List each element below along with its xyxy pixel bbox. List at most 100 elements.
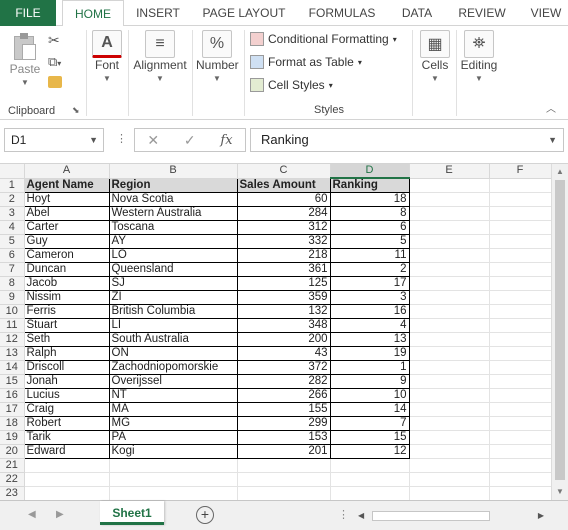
cell[interactable] bbox=[237, 486, 331, 500]
row-header[interactable]: 10 bbox=[0, 304, 25, 319]
cell[interactable]: South Australia bbox=[108, 332, 238, 347]
cell[interactable]: Jonah bbox=[23, 374, 110, 389]
add-sheet-icon[interactable]: + bbox=[196, 506, 214, 524]
select-all-corner[interactable] bbox=[0, 164, 25, 179]
scroll-down-icon[interactable]: ▼ bbox=[552, 484, 568, 500]
cell[interactable] bbox=[489, 290, 552, 305]
cell[interactable] bbox=[489, 346, 552, 361]
cell[interactable] bbox=[237, 472, 331, 487]
row-header[interactable]: 21 bbox=[0, 458, 25, 473]
dialog-launcher-icon[interactable]: ⬊ bbox=[72, 105, 80, 116]
cell[interactable] bbox=[409, 374, 490, 389]
cell[interactable] bbox=[489, 360, 552, 375]
header-cell[interactable]: Region bbox=[108, 177, 238, 193]
row-header[interactable]: 8 bbox=[0, 276, 25, 291]
editing-button[interactable]: ⛯ Editing ▼ bbox=[458, 30, 500, 83]
cell[interactable] bbox=[409, 472, 490, 487]
cell[interactable] bbox=[409, 416, 490, 431]
cell[interactable]: 11 bbox=[329, 248, 410, 263]
row-header[interactable]: 7 bbox=[0, 262, 25, 277]
cell[interactable] bbox=[409, 276, 490, 291]
cell[interactable] bbox=[24, 486, 110, 500]
format-painter-icon[interactable] bbox=[48, 76, 62, 88]
cell[interactable]: 4 bbox=[329, 318, 410, 333]
cell[interactable]: Guy bbox=[23, 234, 110, 249]
expand-formula-icon[interactable]: ▼ bbox=[548, 129, 557, 151]
cell[interactable]: 14 bbox=[329, 402, 410, 417]
cell[interactable] bbox=[409, 290, 490, 305]
cell[interactable] bbox=[409, 318, 490, 333]
cell[interactable]: 201 bbox=[236, 444, 331, 459]
cell[interactable] bbox=[409, 458, 490, 473]
cell[interactable] bbox=[489, 444, 552, 459]
cell[interactable]: Toscana bbox=[108, 220, 238, 235]
cell[interactable] bbox=[409, 388, 490, 403]
cells-button[interactable]: ▦ Cells ▼ bbox=[418, 30, 452, 83]
cell[interactable]: 2 bbox=[329, 262, 410, 277]
cell[interactable]: 312 bbox=[236, 220, 331, 235]
cell[interactable]: Robert bbox=[23, 416, 110, 431]
cell[interactable]: 372 bbox=[236, 360, 331, 375]
cell[interactable] bbox=[409, 444, 490, 459]
cell[interactable]: Nova Scotia bbox=[108, 192, 238, 207]
cell[interactable] bbox=[409, 206, 490, 221]
scroll-up-icon[interactable]: ▲ bbox=[552, 164, 568, 180]
cell[interactable]: Driscoll bbox=[23, 360, 110, 375]
row-header[interactable]: 13 bbox=[0, 346, 25, 361]
cell[interactable]: LO bbox=[108, 248, 238, 263]
row-header[interactable]: 15 bbox=[0, 374, 25, 389]
conditional-formatting-button[interactable]: Conditional Formatting ▾ bbox=[250, 32, 397, 46]
cell[interactable]: Duncan bbox=[23, 262, 110, 277]
cell[interactable]: 5 bbox=[329, 234, 410, 249]
cell[interactable] bbox=[409, 304, 490, 319]
cell[interactable] bbox=[409, 486, 490, 500]
cell[interactable] bbox=[489, 472, 552, 487]
cell[interactable]: 284 bbox=[236, 206, 331, 221]
tab-view[interactable]: VIEW bbox=[524, 0, 568, 26]
cell[interactable] bbox=[489, 458, 552, 473]
header-cell[interactable]: Agent Name bbox=[23, 177, 110, 193]
cell[interactable]: SJ bbox=[108, 276, 238, 291]
cell[interactable]: 1 bbox=[329, 360, 410, 375]
cell[interactable]: 200 bbox=[236, 332, 331, 347]
cell[interactable] bbox=[489, 304, 552, 319]
cell[interactable]: 8 bbox=[329, 206, 410, 221]
cell[interactable] bbox=[409, 402, 490, 417]
cell[interactable]: Nissim bbox=[23, 290, 110, 305]
cell[interactable] bbox=[489, 402, 552, 417]
cell[interactable]: 17 bbox=[329, 276, 410, 291]
collapse-ribbon-icon[interactable]: ︿ bbox=[546, 100, 556, 115]
row-header[interactable]: 16 bbox=[0, 388, 25, 403]
cell[interactable]: 10 bbox=[329, 388, 410, 403]
cell[interactable] bbox=[489, 248, 552, 263]
cell[interactable]: Craig bbox=[23, 402, 110, 417]
cell[interactable]: Jacob bbox=[23, 276, 110, 291]
cell[interactable]: 299 bbox=[236, 416, 331, 431]
formula-input[interactable]: Ranking ▼ bbox=[250, 128, 564, 152]
name-box[interactable]: D1 ▼ bbox=[4, 128, 104, 152]
cell[interactable]: 7 bbox=[329, 416, 410, 431]
cell[interactable] bbox=[409, 360, 490, 375]
vertical-scrollbar[interactable]: ▲ ▼ bbox=[551, 164, 568, 500]
tab-formulas[interactable]: FORMULAS bbox=[302, 0, 382, 26]
cell[interactable]: 3 bbox=[329, 290, 410, 305]
worksheet-grid[interactable]: A B C D E F 1 Agent Name Region Sales Amoun… bbox=[0, 164, 568, 500]
prev-sheet-icon[interactable]: ◀ bbox=[28, 509, 36, 520]
cell[interactable] bbox=[109, 472, 238, 487]
cell[interactable]: MA bbox=[108, 402, 238, 417]
cell[interactable] bbox=[489, 262, 552, 277]
column-header-c[interactable]: C bbox=[237, 164, 331, 179]
column-header-a[interactable]: A bbox=[24, 164, 110, 179]
cell[interactable]: 6 bbox=[329, 220, 410, 235]
cell[interactable]: 43 bbox=[236, 346, 331, 361]
cell[interactable] bbox=[24, 472, 110, 487]
horizontal-scroll-thumb[interactable] bbox=[372, 511, 490, 521]
cell[interactable]: Edward bbox=[23, 444, 110, 459]
cell[interactable] bbox=[489, 206, 552, 221]
tab-home[interactable]: HOME bbox=[62, 0, 124, 27]
tab-page-layout[interactable]: PAGE LAYOUT bbox=[194, 0, 294, 26]
cell[interactable] bbox=[409, 178, 490, 193]
cell[interactable] bbox=[489, 318, 552, 333]
cell[interactable]: 332 bbox=[236, 234, 331, 249]
cell[interactable] bbox=[109, 458, 238, 473]
